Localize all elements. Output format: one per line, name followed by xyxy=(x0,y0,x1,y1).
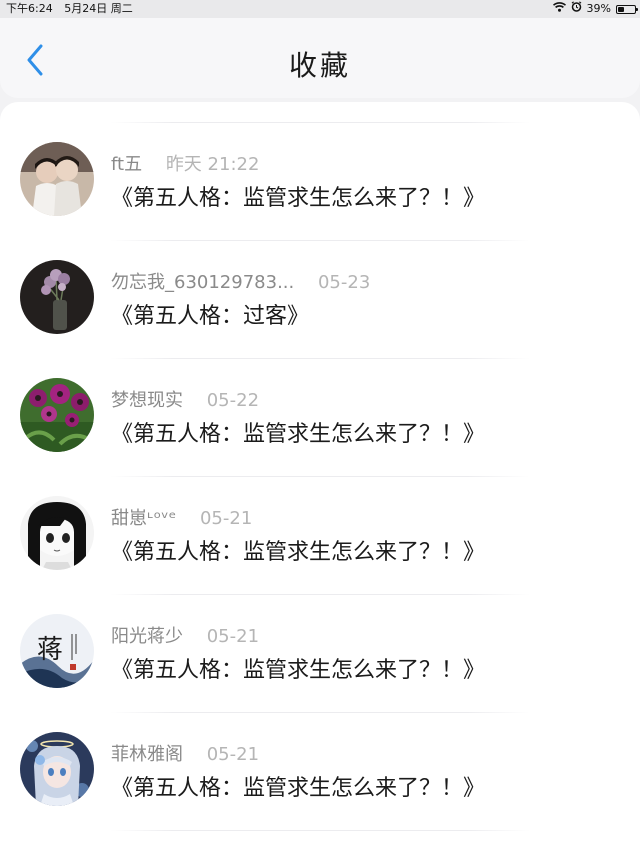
nickname[interactable]: 阳光蒋少 xyxy=(111,626,183,647)
work-title[interactable]: 《第五人格：监管求生怎么来了？！》 xyxy=(111,652,485,684)
status-time: 下午6:24 xyxy=(6,2,53,15)
item-meta: 勿忘我_630129783... 05-23 xyxy=(111,268,370,294)
work-title[interactable]: 《第五人格：监管求生怎么来了？！》 xyxy=(111,416,485,448)
avatar xyxy=(20,260,94,334)
avatar xyxy=(20,496,94,570)
list-item[interactable]: 蒋 阳光蒋少 05-21 《第五人格：监管求生怎么来了？！》 xyxy=(0,574,640,692)
timestamp: 05-21 xyxy=(199,508,253,529)
item-meta: 甜崽ᶫᵒᵛᵉ 05-21 xyxy=(111,504,252,530)
status-right: 39% xyxy=(552,0,638,18)
item-meta: 梦想现实 05-22 xyxy=(111,386,259,412)
timestamp: 昨天 21:22 xyxy=(165,154,260,175)
timestamp: 05-21 xyxy=(206,626,260,647)
item-meta: 菲林雅阁 05-21 xyxy=(111,740,259,766)
divider xyxy=(110,830,530,831)
battery-percent: 39% xyxy=(586,2,611,15)
avatar xyxy=(20,142,94,216)
timestamp: 05-23 xyxy=(317,272,371,293)
status-bar: 下午6:24 5月24日 周二 39% xyxy=(0,0,640,18)
work-title[interactable]: 《第五人格：监管求生怎么来了？！》 xyxy=(111,770,485,802)
divider xyxy=(110,122,530,123)
nickname[interactable]: ft五 xyxy=(111,154,142,175)
svg-text:蒋: 蒋 xyxy=(37,635,63,665)
nickname[interactable]: 勿忘我_630129783... xyxy=(111,272,294,293)
nickname[interactable]: 梦想现实 xyxy=(111,390,183,411)
avatar xyxy=(20,378,94,452)
divider xyxy=(110,358,530,359)
list-item[interactable]: 勿忘我_630129783... 05-23 《第五人格：过客》 xyxy=(0,220,640,338)
nav-header: 收藏 xyxy=(0,18,640,98)
item-meta: ft五 昨天 21:22 xyxy=(111,150,259,176)
list-item[interactable]: 甜崽ᶫᵒᵛᵉ 05-21 《第五人格：监管求生怎么来了？！》 xyxy=(0,456,640,574)
alarm-icon xyxy=(571,0,582,18)
divider xyxy=(110,476,530,477)
divider xyxy=(110,240,530,241)
timestamp: 05-21 xyxy=(206,744,260,765)
avatar xyxy=(20,732,94,806)
divider xyxy=(110,594,530,595)
item-meta: 阳光蒋少 05-21 xyxy=(111,622,259,648)
page-title: 收藏 xyxy=(288,49,351,82)
work-title[interactable]: 《第五人格：监管求生怎么来了？！》 xyxy=(111,180,485,212)
battery-icon xyxy=(616,4,638,14)
list-item[interactable]: 菲林雅阁 05-21 《第五人格：监管求生怎么来了？！》 xyxy=(0,692,640,810)
battery-level xyxy=(618,6,625,12)
work-title[interactable]: 《第五人格：监管求生怎么来了？！》 xyxy=(111,534,485,566)
status-date: 5月24日 周二 xyxy=(64,2,133,15)
avatar: 蒋 xyxy=(20,614,94,688)
list-item[interactable]: 梦想现实 05-22 《第五人格：监管求生怎么来了？！》 xyxy=(0,338,640,456)
wifi-icon xyxy=(552,0,566,18)
timestamp: 05-22 xyxy=(206,390,260,411)
nickname[interactable]: 菲林雅阁 xyxy=(111,744,183,765)
list-item[interactable]: ft五 昨天 21:22 《第五人格：监管求生怎么来了？！》 xyxy=(0,102,640,220)
work-title[interactable]: 《第五人格：过客》 xyxy=(111,298,309,330)
nickname[interactable]: 甜崽ᶫᵒᵛᵉ xyxy=(111,508,176,529)
divider xyxy=(110,712,530,713)
favorites-list: ft五 昨天 21:22 《第五人格：监管求生怎么来了？！》 勿忘我_63012… xyxy=(0,102,640,862)
status-left: 下午6:24 5月24日 周二 xyxy=(6,0,141,18)
